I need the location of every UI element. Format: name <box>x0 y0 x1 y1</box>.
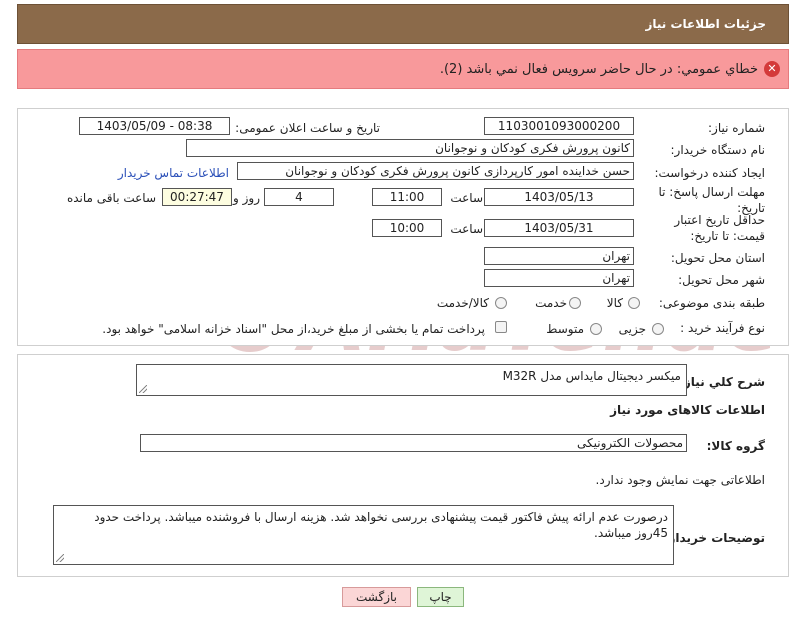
no-info-text: اطلاعاتی جهت نمایش وجود ندارد. <box>595 473 765 487</box>
process-option-minor: جزیی <box>618 322 646 336</box>
city-field: تهران <box>484 269 634 287</box>
creator-field: حسن خداینده امور کارپردازی کانون پرورش ف… <box>237 162 634 180</box>
reply-time-field: 11:00 <box>372 188 442 206</box>
summary-text: میکسر دیجیتال مایداس مدل M32R <box>502 369 681 383</box>
resize-handle[interactable] <box>56 554 64 562</box>
need-number-label: شماره نیاز: <box>708 121 765 135</box>
city-label: شهر محل تحویل: <box>678 273 765 287</box>
countdown-field: 00:27:47 <box>162 188 232 206</box>
province-label: استان محل تحویل: <box>670 251 765 265</box>
error-text: خطاي عمومي: در حال حاضر سرويس فعال نمي ب… <box>439 62 758 77</box>
validity-time-field: 10:00 <box>372 219 442 237</box>
validity-date-field: 1403/05/31 <box>484 219 634 237</box>
reply-date-field: 1403/05/13 <box>484 188 634 206</box>
category-option-goods: کالا <box>606 296 623 310</box>
buyer-notes-textarea[interactable]: درصورت عدم ارائه پیش فاکتور قیمت پیشنهاد… <box>53 505 674 565</box>
creator-label: ایجاد کننده درخواست: <box>654 166 765 180</box>
page-title: جزئیات اطلاعات نیاز <box>645 17 766 31</box>
process-radio-minor[interactable] <box>652 323 664 335</box>
announce-field: 1403/05/09 - 08:38 <box>79 117 230 135</box>
need-number-field: 1103001093000200 <box>484 117 634 135</box>
process-radio-medium[interactable] <box>590 323 602 335</box>
error-alert: ✕ خطاي عمومي: در حال حاضر سرويس فعال نمي… <box>17 49 789 89</box>
process-option-medium: متوسط <box>546 322 584 336</box>
payment-note: پرداخت تمام یا بخشی از مبلغ خرید،از محل … <box>102 322 485 336</box>
remaining-label: ساعت باقی مانده <box>66 191 156 205</box>
buyer-notes-text: درصورت عدم ارائه پیش فاکتور قیمت پیشنهاد… <box>94 510 668 540</box>
goods-group-field: محصولات الکترونیکی <box>140 434 687 452</box>
category-label: طبقه بندی موضوعی: <box>658 296 765 310</box>
print-button[interactable]: چاپ <box>417 587 464 607</box>
validity-label: حداقل تاریخ اعتبار قیمت: تا تاریخ: <box>674 213 765 243</box>
category-radio-goods[interactable] <box>628 297 640 309</box>
category-option-service: خدمت <box>535 296 567 310</box>
category-radio-service[interactable] <box>569 297 581 309</box>
category-option-goods-service: کالا/خدمت <box>436 296 489 310</box>
days-label: روز و <box>233 191 260 205</box>
contact-info-link[interactable]: اطلاعات تماس خریدار <box>118 166 229 180</box>
summary-textarea[interactable]: میکسر دیجیتال مایداس مدل M32R <box>136 364 687 396</box>
validity-time-label: ساعت <box>450 222 483 236</box>
buyer-field: کانون پرورش فکری کودکان و نوجوانان <box>186 139 634 157</box>
goods-section-title: اطلاعات کالاهای مورد نیاز <box>610 403 765 417</box>
category-radio-goods-service[interactable] <box>495 297 507 309</box>
resize-handle[interactable] <box>139 385 147 393</box>
province-field: تهران <box>484 247 634 265</box>
announce-label: تاریخ و ساعت اعلان عمومی: <box>235 121 380 135</box>
buyer-label: نام دستگاه خریدار: <box>670 143 766 157</box>
process-label: نوع فرآیند خرید : <box>680 321 765 335</box>
page-header: جزئیات اطلاعات نیاز <box>17 4 789 44</box>
treasury-checkbox[interactable] <box>495 321 507 333</box>
goods-group-label: گروه کالا: <box>706 439 765 453</box>
summary-label: شرح کلي نياز: <box>679 375 765 389</box>
days-field: 4 <box>264 188 334 206</box>
buyer-notes-label: توضیحات خریدار: <box>663 531 765 545</box>
back-button[interactable]: بازگشت <box>342 587 411 607</box>
reply-time-label: ساعت <box>450 191 483 205</box>
error-icon: ✕ <box>764 61 780 77</box>
